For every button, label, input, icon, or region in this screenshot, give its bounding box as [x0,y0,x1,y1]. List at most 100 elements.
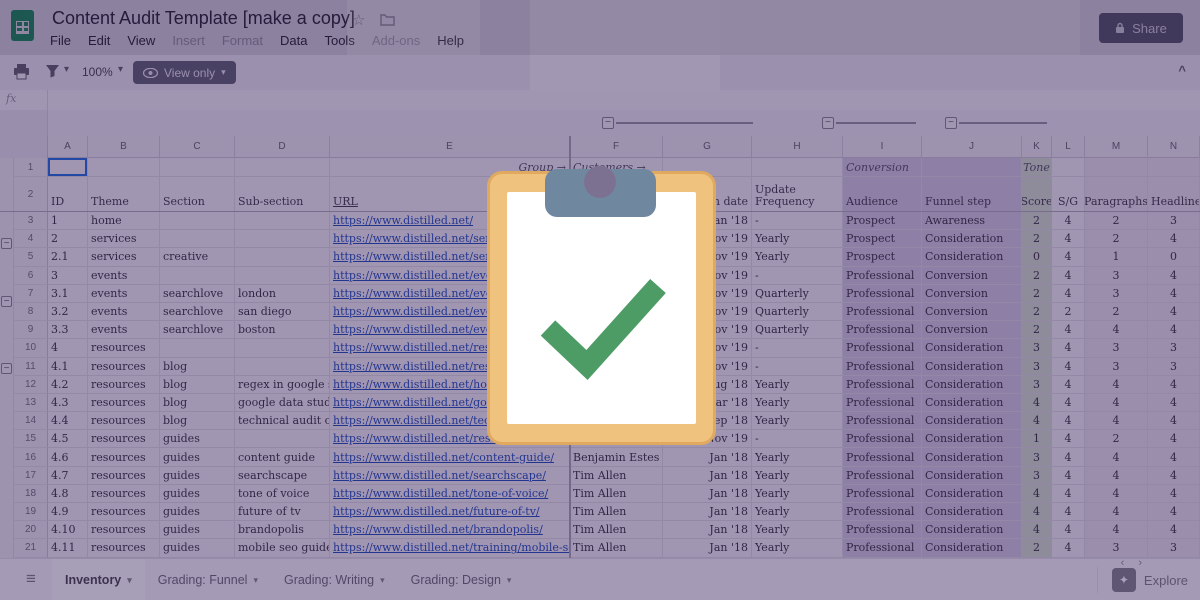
cell[interactable]: Prospect [843,212,922,230]
cell[interactable]: 4.3 [48,394,88,412]
cell[interactable]: 3 [1085,358,1148,376]
cell[interactable]: events [88,267,160,285]
cell[interactable] [235,339,330,357]
cell[interactable]: 0 [1148,248,1200,266]
cell[interactable] [663,158,752,177]
cell[interactable]: Tone [1022,158,1052,177]
cell[interactable]: 4.8 [48,485,88,503]
column-letter-B[interactable]: B [88,136,160,158]
cell[interactable]: 4 [1148,485,1200,503]
column-letter-C[interactable]: C [160,136,235,158]
cell[interactable]: 4 [1052,394,1085,412]
cell[interactable]: https://www.distilled.net/ [330,212,570,230]
column-letter-F[interactable]: F [570,136,663,158]
tab-caret-icon[interactable]: ▾ [507,575,512,586]
cell[interactable]: Professional [843,394,922,412]
cell[interactable]: blog [160,358,235,376]
cell[interactable]: 4 [1148,303,1200,321]
cell[interactable]: Nov '19 [663,230,752,248]
cell[interactable] [1085,158,1148,177]
cell[interactable]: Professional [843,376,922,394]
cell[interactable]: 4 [1022,485,1052,503]
cell[interactable]: Quarterly [752,285,843,303]
cell[interactable]: Quarterly [752,303,843,321]
select-all-corner[interactable] [0,136,48,158]
cell[interactable]: Audience [843,177,922,212]
zoom-select[interactable]: 100% [82,65,113,79]
cell[interactable]: Customers → [570,158,663,177]
cell[interactable]: resources [88,539,160,557]
cell[interactable]: Sub-section [235,177,330,212]
cell[interactable]: 4 [1052,521,1085,539]
cell[interactable]: events [88,285,160,303]
cell[interactable]: 4 [1022,521,1052,539]
cell[interactable]: 3 [1148,339,1200,357]
cell[interactable] [235,430,330,448]
cell[interactable] [160,230,235,248]
cell[interactable]: 4 [1148,412,1200,430]
cell[interactable]: guides [160,503,235,521]
cell[interactable] [570,430,663,448]
cell[interactable]: 4 [1148,430,1200,448]
cell[interactable]: - [752,430,843,448]
cell[interactable]: Jan '18 [663,467,752,485]
cell[interactable]: 4 [1052,503,1085,521]
cell[interactable]: 0 [1022,248,1052,266]
document-title[interactable]: Content Audit Template [make a copy] [52,8,355,29]
cell[interactable]: - [752,358,843,376]
cell[interactable] [235,230,330,248]
cell[interactable]: https://www.distilled.net/content-guide/ [330,448,570,466]
cell[interactable] [570,321,663,339]
cell[interactable]: Publish date [663,177,752,212]
cell[interactable]: https://www.distilled.net/training/mobil… [330,539,570,557]
row-number[interactable]: 14 [14,412,48,430]
cell[interactable] [160,212,235,230]
column-letter-N[interactable]: N [1148,136,1200,158]
cell[interactable]: Awareness [922,212,1022,230]
row-number[interactable]: 11 [14,358,48,376]
cell[interactable]: S/G [1052,177,1085,212]
cell[interactable] [570,339,663,357]
cell[interactable]: Professional [843,485,922,503]
column-letter-J[interactable]: J [922,136,1022,158]
cell[interactable] [570,248,663,266]
cell[interactable]: events [88,303,160,321]
cell[interactable]: services [88,230,160,248]
cell[interactable]: https://www.distilled.net/goo [330,394,570,412]
cell[interactable]: Nov '19 [663,303,752,321]
cell[interactable]: 4 [1085,412,1148,430]
cell[interactable]: 4.1 [48,358,88,376]
cell[interactable]: resources [88,394,160,412]
cell[interactable]: 4 [1052,485,1085,503]
cell[interactable]: 4 [1052,539,1085,557]
cell[interactable]: 4 [1052,339,1085,357]
row-number[interactable]: 16 [14,448,48,466]
cell[interactable]: Consideration [922,467,1022,485]
cell[interactable] [235,248,330,266]
cell[interactable]: searchlove [160,285,235,303]
cell[interactable]: 4 [1085,503,1148,521]
cell[interactable]: 4 [1085,467,1148,485]
cell[interactable]: Yearly [752,467,843,485]
cell[interactable]: 4 [1148,503,1200,521]
sheet-tab-grading-writing[interactable]: Grading: Writing▾ [271,559,398,600]
cell[interactable]: tone of voice [235,485,330,503]
tab-caret-icon[interactable]: ▾ [253,575,258,586]
frozen-columns-divider[interactable] [569,136,571,558]
cell[interactable]: future of tv [235,503,330,521]
cell[interactable]: resources [88,430,160,448]
cell[interactable]: Professional [843,503,922,521]
cell[interactable]: blog [160,412,235,430]
cell[interactable]: 4 [1085,485,1148,503]
cell[interactable]: Yearly [752,230,843,248]
cell[interactable]: 2 [48,230,88,248]
cell[interactable]: google data studio [235,394,330,412]
cell[interactable]: blog [160,394,235,412]
cell[interactable]: https://www.distilled.net/resources/ [330,339,570,357]
cell[interactable]: Professional [843,539,922,557]
cell[interactable]: guides [160,521,235,539]
cell[interactable]: - [752,267,843,285]
cell[interactable]: events [88,321,160,339]
row-number[interactable]: 18 [14,485,48,503]
cell[interactable]: Conversion [922,285,1022,303]
